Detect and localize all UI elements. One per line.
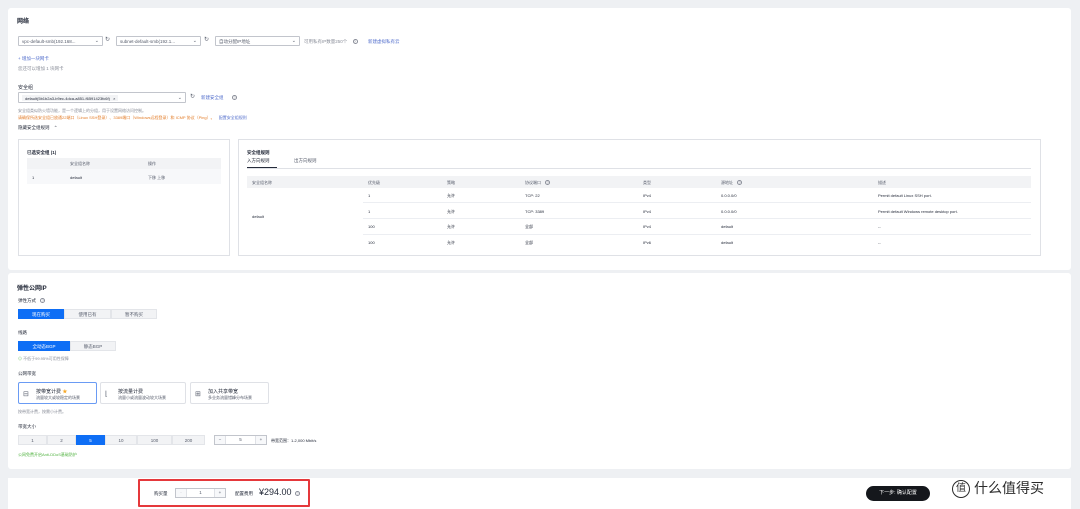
close-icon[interactable]: × <box>113 96 115 101</box>
line-tip: ⊙ 不低于99.95%可用性保障 <box>18 356 69 361</box>
size-option[interactable]: 5 <box>76 435 105 445</box>
bandwidth-label: 公网带宽 <box>18 371 36 376</box>
selected-sg-title: 已选安全组 (1) <box>27 150 57 155</box>
chevron-down-icon: ⌄ <box>177 95 182 101</box>
traffic-chart-icon: ⌊ <box>105 391 108 398</box>
bw-card-shared[interactable]: ⊞ 加入共享带宽 多业务流量错峰分布场景 <box>190 382 269 404</box>
size-option[interactable]: 2 <box>47 435 76 445</box>
watermark-logo: 值 <box>952 480 970 499</box>
help-icon[interactable]: ? <box>352 39 358 45</box>
size-option[interactable]: 10 <box>105 435 137 445</box>
bw-size-segment: 1 2 5 10 100 200 <box>18 435 205 445</box>
bw-card-by-bandwidth[interactable]: ⊟ 按带宽计费 ★ 流量较大或较稳定的场景 <box>18 382 97 404</box>
shared-router-icon: ⊞ <box>195 391 201 398</box>
col-sg-name: 安全组名称 <box>70 161 90 166</box>
size-option[interactable]: 100 <box>137 435 172 445</box>
mode-not-buy[interactable]: 暂不购买 <box>111 309 157 319</box>
router-icon: ⊟ <box>23 391 29 398</box>
watermark: 值什么值得买 <box>952 478 1044 499</box>
increment-button[interactable]: + <box>256 436 266 444</box>
check-icon: ⊙ <box>18 356 22 361</box>
next-step-button[interactable]: 下一步: 确认配置 <box>866 486 930 501</box>
help-icon[interactable]: ? <box>737 180 743 186</box>
col-actions: 操作 <box>148 161 156 166</box>
chevron-down-icon: ⌄ <box>291 38 296 44</box>
selected-sg-panel <box>18 139 230 256</box>
line-static-bgp[interactable]: 静态BGP <box>70 341 116 351</box>
line-label: 线路 <box>18 330 27 335</box>
table-row <box>27 169 221 184</box>
bw-size-stepper: − 5 + <box>214 435 267 445</box>
refresh-icon[interactable]: ↻ <box>204 36 209 43</box>
ip-assign-select[interactable]: 自动分配IP地址 ⌄ <box>215 36 300 46</box>
sg-rules-title: 安全组规则 <box>247 150 270 155</box>
sg-row-actions[interactable]: 下移 上移 <box>148 175 165 181</box>
price-highlight-box <box>138 479 310 507</box>
security-group-select[interactable]: default(5b1b2a3-b9ec-4dca-a851-f6591423f… <box>18 92 186 103</box>
create-vpc-link[interactable]: 新建虚拟私有云 <box>368 39 400 45</box>
sg-tip: 安全组类似防火墙功能，是一个逻辑上的分组，用于设置网络访问控制。 <box>18 108 146 113</box>
help-icon[interactable]: ? <box>545 180 551 186</box>
bw-card-by-traffic[interactable]: ⌊ 按流量计费 流量小或流量波动较大场景 <box>100 382 186 404</box>
mode-buy-now[interactable]: 现在购买 <box>18 309 64 319</box>
add-nic-link[interactable]: + 增加一块网卡 <box>18 56 49 62</box>
chevron-down-icon: ⌄ <box>94 38 99 44</box>
size-option[interactable]: 1 <box>18 435 47 445</box>
rules-header <box>247 176 1031 188</box>
ip-available-text: 可用私有IP数量250个 ? <box>304 39 358 45</box>
create-sg-link[interactable]: 新建安全组 <box>201 95 224 101</box>
subnet-select[interactable]: subnet-default-smb(192.1... ⌄ <box>116 36 201 46</box>
tab-outbound[interactable]: 出方向规则 <box>294 158 317 164</box>
size-option[interactable]: 200 <box>172 435 205 445</box>
anti-ddos-tip: 公网免费开启Anti-DDoS基础防护 <box>18 452 77 457</box>
line-segment: 全动态BGP 静态BGP <box>18 341 116 351</box>
security-group-label: 安全组 <box>18 85 34 91</box>
hide-sg-rules-toggle[interactable]: 隐藏安全组规则 ⌃ <box>18 125 58 131</box>
eip-title: 弹性公网IP <box>17 286 47 292</box>
bw-tip: 按带宽计费，按需小计费。 <box>18 409 66 414</box>
configure-sg-rules-link[interactable]: 配置安全组规则 <box>219 115 247 120</box>
source-default-link[interactable]: default <box>721 224 733 229</box>
chevron-up-icon: ⌃ <box>53 125 58 130</box>
help-icon[interactable]: ? <box>40 298 46 304</box>
refresh-icon[interactable]: ↻ <box>190 93 195 100</box>
sg-warning: 请确保所选安全组已放通22端口（Linux SSH登录）、3389端口（Wind… <box>18 115 247 120</box>
bw-size-range: 带宽范围：1-2,000 Mbit/s <box>271 438 317 443</box>
bw-size-input[interactable]: 5 <box>225 436 256 444</box>
refresh-icon[interactable]: ↻ <box>105 36 110 43</box>
rules-group-name: default <box>252 214 265 219</box>
tab-divider <box>247 168 1031 169</box>
decrement-button[interactable]: − <box>215 436 225 444</box>
mode-use-existing[interactable]: 使用已有 <box>64 309 111 319</box>
chevron-down-icon: ⌄ <box>192 38 197 44</box>
line-dynamic-bgp[interactable]: 全动态BGP <box>18 341 70 351</box>
bw-size-label: 带宽大小 <box>18 424 36 429</box>
selected-sg-header <box>27 158 221 169</box>
sg-row-name: default <box>70 175 83 180</box>
help-icon[interactable]: ? <box>232 95 237 100</box>
tab-inbound[interactable]: 入方向规则 <box>247 158 270 164</box>
nic-remaining-text: 您还可以增加 1 块网卡 <box>18 66 64 71</box>
network-title: 网络 <box>17 19 30 25</box>
eip-mode-label: 弹性方式 ? <box>18 298 46 304</box>
eip-mode-segment: 现在购买 使用已有 暂不购买 <box>18 309 157 319</box>
sg-tag: default(5b1b2a3-b9ec-4dca-a851-f6591423f… <box>22 95 119 101</box>
source-default-link[interactable]: default <box>721 240 733 245</box>
vpc-select[interactable]: vpc-default-smb(192.168... ⌄ <box>18 36 103 46</box>
